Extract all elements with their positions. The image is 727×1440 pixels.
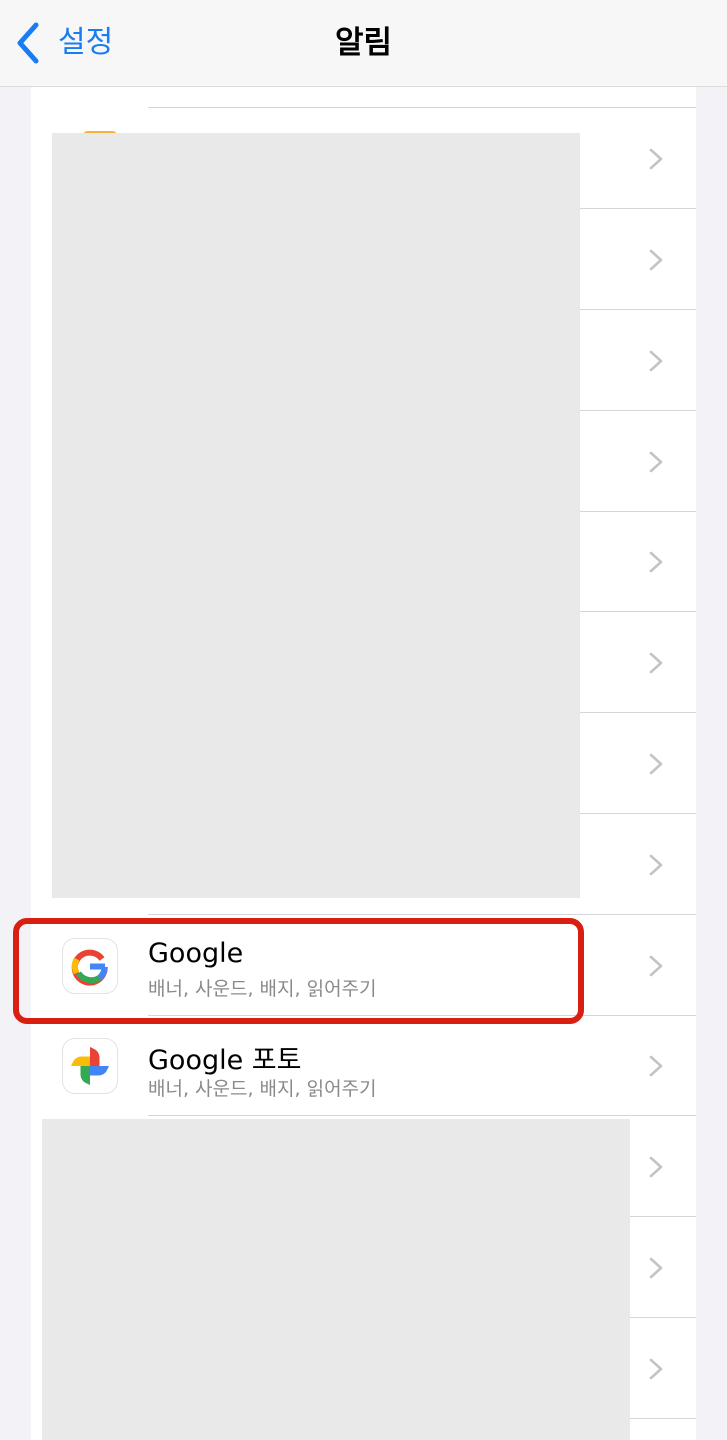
chevron-right-icon (649, 1055, 663, 1077)
chevron-right-icon (649, 1358, 663, 1380)
chevron-right-icon (649, 753, 663, 775)
row-divider (148, 107, 696, 108)
app-name: Google (148, 938, 244, 969)
list-item-google-photos[interactable]: Google 포토 배너, 사운드, 배지, 읽어주기 (31, 1016, 696, 1116)
chevron-right-icon (649, 148, 663, 170)
row-divider (148, 914, 696, 915)
notification-summary: 배너, 사운드, 배지, 읽어주기 (148, 978, 377, 1000)
list-item-google[interactable]: Google 배너, 사운드, 배지, 읽어주기 (31, 916, 696, 1016)
notification-summary: 배너, 사운드, 배지, 읽어주기 (148, 1078, 377, 1100)
redacted-area (52, 133, 580, 898)
chevron-right-icon (649, 854, 663, 876)
chevron-right-icon (649, 1257, 663, 1279)
page-title: 알림 (334, 25, 393, 61)
navigation-bar: 설정 알림 (0, 0, 727, 87)
redacted-area (42, 1119, 630, 1440)
google-photos-icon (62, 1038, 118, 1094)
chevron-right-icon (649, 1156, 663, 1178)
chevron-right-icon (649, 249, 663, 271)
chevron-right-icon (649, 551, 663, 573)
chevron-right-icon (649, 652, 663, 674)
row-divider (148, 1115, 696, 1116)
list-item-partial[interactable] (31, 72, 696, 108)
app-name: Google 포토 (148, 1045, 302, 1076)
chevron-right-icon (649, 955, 663, 977)
chevron-right-icon (649, 350, 663, 372)
chevron-right-icon (649, 451, 663, 473)
google-g-icon (62, 938, 118, 994)
